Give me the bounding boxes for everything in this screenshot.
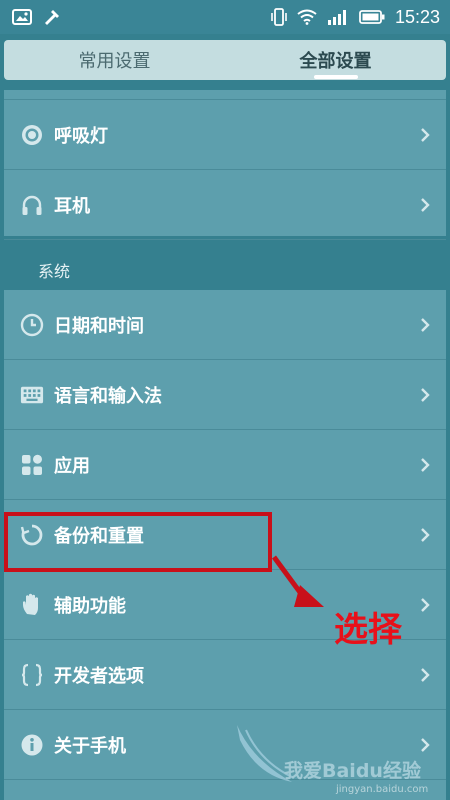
tab-common-settings[interactable]: 常用设置 xyxy=(4,40,225,80)
settings-item-label: 辅助功能 xyxy=(54,595,126,617)
settings-item-headphones[interactable]: 耳机 xyxy=(4,170,446,240)
breathing-light-icon xyxy=(20,123,44,147)
active-tab-indicator xyxy=(313,75,358,79)
signal-icon xyxy=(327,9,349,25)
watermark-url: jingyan.baidu.com xyxy=(336,784,429,795)
hand-icon xyxy=(20,593,44,617)
status-bar: 15:23 xyxy=(0,0,450,34)
settings-item-language-input[interactable]: 语言和输入法 xyxy=(4,360,446,430)
wifi-icon xyxy=(297,9,317,25)
image-icon xyxy=(12,9,32,25)
backup-icon xyxy=(20,523,44,547)
clock-icon xyxy=(20,313,44,337)
settings-item-backup-reset[interactable]: 备份和重置 xyxy=(4,500,446,570)
settings-list-top: 呼吸灯 耳机 xyxy=(4,90,446,240)
chevron-right-icon xyxy=(418,383,432,407)
settings-item-breathing-light[interactable]: 呼吸灯 xyxy=(4,100,446,170)
tool-icon xyxy=(42,8,62,26)
settings-item-label: 语言和输入法 xyxy=(54,385,162,407)
chevron-right-icon xyxy=(418,313,432,337)
settings-item-label: 开发者选项 xyxy=(54,665,144,687)
list-divider xyxy=(4,90,446,100)
braces-icon xyxy=(20,663,44,687)
clock-time: 15:23 xyxy=(394,6,440,27)
chevron-right-icon xyxy=(418,123,432,147)
settings-item-label: 备份和重置 xyxy=(54,525,144,547)
headphones-icon xyxy=(20,193,44,217)
settings-item-label: 日期和时间 xyxy=(54,315,144,337)
watermark-text: 我爱Baidu经验 xyxy=(284,760,421,782)
settings-item-apps[interactable]: 应用 xyxy=(4,430,446,500)
annotation-label: 选择 xyxy=(334,610,402,650)
battery-icon xyxy=(359,10,385,24)
chevron-right-icon xyxy=(418,193,432,217)
tab-label: 全部设置 xyxy=(299,51,372,72)
chevron-right-icon xyxy=(418,593,432,617)
vibrate-icon xyxy=(271,7,287,27)
tab-label: 常用设置 xyxy=(78,51,151,72)
settings-item-label: 呼吸灯 xyxy=(54,125,108,147)
chevron-right-icon xyxy=(418,523,432,547)
info-icon xyxy=(20,733,44,757)
apps-icon xyxy=(20,453,44,477)
chevron-right-icon xyxy=(418,453,432,477)
settings-item-label: 应用 xyxy=(54,455,90,477)
keyboard-icon xyxy=(20,383,44,407)
chevron-right-icon xyxy=(418,663,432,687)
settings-item-label: 关于手机 xyxy=(54,735,126,757)
settings-item-date-time[interactable]: 日期和时间 xyxy=(4,290,446,360)
settings-tabs: 常用设置 全部设置 xyxy=(4,40,446,80)
tab-all-settings[interactable]: 全部设置 xyxy=(225,40,446,80)
settings-item-label: 耳机 xyxy=(54,195,90,217)
section-header-system: 系统 xyxy=(38,262,71,281)
annotation-arrow-icon xyxy=(272,555,324,607)
baidu-watermark: 我爱Baidu经验 jingyan.baidu.com xyxy=(232,720,450,800)
